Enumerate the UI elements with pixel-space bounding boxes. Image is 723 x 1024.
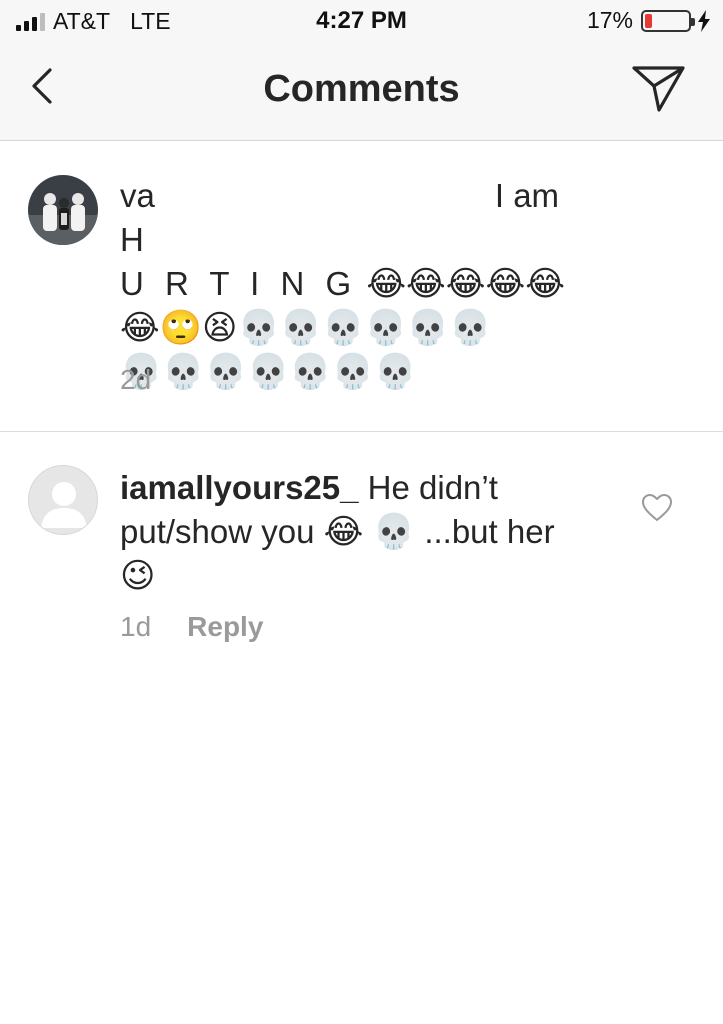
profile-photo-icon <box>28 175 98 245</box>
default-profile-icon <box>41 482 87 528</box>
skull-emoji-icon: 💀💀💀💀💀💀💀 <box>120 353 417 391</box>
laughing-emoji-icon: 😂😂😂😂😂 <box>366 265 565 303</box>
laughing-skull-emoji-icon: 😂 💀 <box>323 513 416 551</box>
comment-username[interactable]: iamallyours25_ <box>120 469 358 506</box>
comment-meta: 2d <box>120 364 151 396</box>
comment-item: iamallyours25_ He didn’t put/show you 😂 … <box>0 433 723 693</box>
page-title: Comments <box>263 68 460 110</box>
wink-emoji-icon: 😉 <box>120 557 156 595</box>
direct-share-icon[interactable] <box>631 64 687 114</box>
comment-age: 2d <box>120 364 152 395</box>
emoji-row-icon: 😂🙄😫💀💀💀💀💀💀 <box>120 309 492 347</box>
comment-meta: 1d Reply <box>120 611 263 643</box>
battery-nub <box>691 17 695 26</box>
avatar[interactable] <box>28 175 98 245</box>
comment-text-continued: ...but her <box>424 513 555 550</box>
status-bar: AT&T LTE 4:27 PM 17% <box>0 0 723 40</box>
comment-body: va I am H U R T I N G 😂😂😂😂😂 😂🙄😫💀💀💀💀💀💀 💀💀💀… <box>120 174 580 394</box>
comment-body: iamallyours25_ He didn’t put/show you 😂 … <box>120 466 590 598</box>
battery-percent: 17% <box>586 7 633 33</box>
comment-text-continued: U R T I N G <box>120 265 358 302</box>
comment-username[interactable]: va <box>120 177 155 214</box>
comment-item: va I am H U R T I N G 😂😂😂😂😂 😂🙄😫💀💀💀💀💀💀 💀💀💀… <box>0 142 723 432</box>
reply-button[interactable]: Reply <box>187 611 263 642</box>
navigation-bar: Comments <box>0 40 723 141</box>
charging-bolt-icon <box>698 9 710 32</box>
comment-age: 1d <box>120 611 152 642</box>
redacted-text <box>154 183 495 214</box>
like-heart-icon[interactable] <box>641 493 673 523</box>
battery-level-fill <box>645 13 652 28</box>
avatar[interactable] <box>28 465 98 535</box>
battery-icon <box>641 9 695 32</box>
status-right: 17% <box>587 7 711 34</box>
